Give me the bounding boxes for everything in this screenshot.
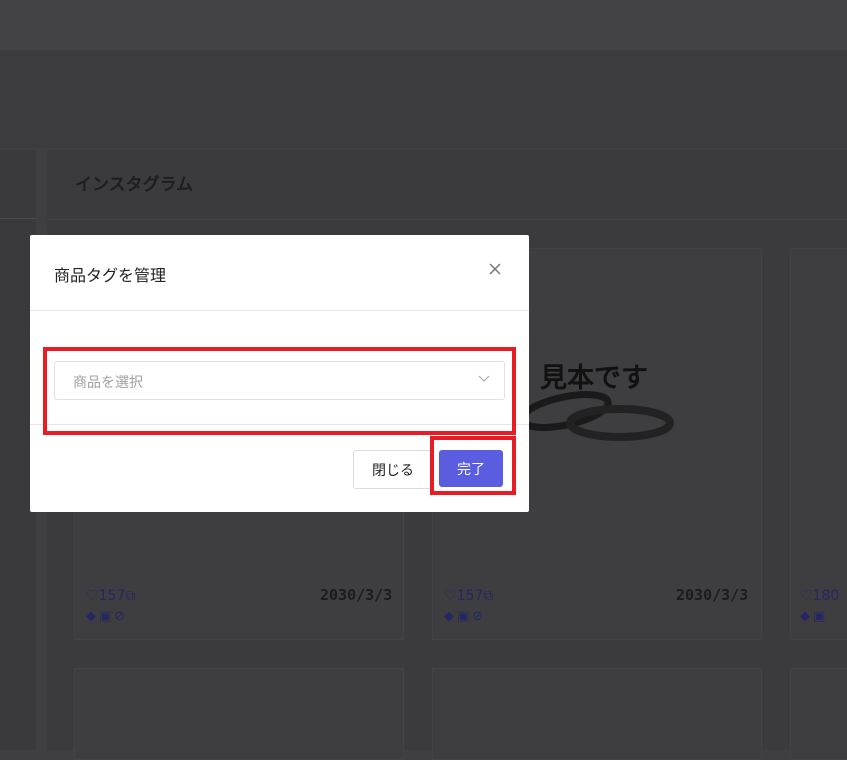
top-bar	[0, 0, 847, 50]
select-placeholder: 商品を選択	[73, 375, 143, 391]
image-icon[interactable]: ▣	[813, 609, 828, 624]
heart-icon: ♡	[800, 588, 813, 604]
external-link-icon[interactable]: ⧉	[125, 588, 135, 604]
ban-icon[interactable]: ⊘	[472, 609, 486, 624]
manage-tags-dialog: 商品タグを管理 商品を選択 閉じる 完了	[30, 235, 529, 512]
heart-icon: ♡	[86, 588, 99, 604]
post-likes: ♡157⧉	[444, 588, 493, 604]
image-icon[interactable]: ▣	[99, 609, 114, 624]
post-likes: ♡157⧉	[86, 588, 135, 604]
divider	[30, 310, 529, 311]
section-title: インスタグラム	[75, 175, 194, 195]
divider	[30, 424, 529, 425]
done-button[interactable]: 完了	[439, 450, 503, 487]
rings-image	[520, 391, 674, 441]
post-date: 2030/3/3	[676, 586, 749, 604]
post-card[interactable]	[790, 248, 847, 640]
close-button[interactable]: 閉じる	[353, 450, 433, 489]
ban-icon[interactable]: ⊘	[114, 609, 128, 624]
chevron-down-icon	[478, 375, 490, 382]
post-action-icons: ◆▣⊘	[86, 609, 128, 624]
dialog-title: 商品タグを管理	[54, 266, 167, 285]
post-card[interactable]	[432, 668, 762, 760]
post-likes: ♡180	[800, 588, 839, 604]
external-link-icon[interactable]: ⧉	[483, 588, 493, 604]
product-select[interactable]: 商品を選択	[54, 361, 505, 400]
likes-count: 180	[812, 588, 840, 604]
tag-icon[interactable]: ◆	[800, 609, 813, 624]
likes-count: 157	[456, 588, 484, 604]
post-date: 2030/3/3	[320, 586, 393, 604]
tag-icon[interactable]: ◆	[86, 609, 99, 624]
heart-icon: ♡	[444, 588, 457, 604]
page-header	[0, 50, 847, 148]
likes-count: 157	[98, 588, 126, 604]
close-icon[interactable]	[485, 259, 505, 279]
post-card[interactable]	[790, 668, 847, 760]
post-card[interactable]	[74, 668, 404, 760]
post-action-icons: ◆▣	[800, 609, 828, 624]
tag-icon[interactable]: ◆	[444, 609, 457, 624]
divider	[47, 219, 847, 220]
post-action-icons: ◆▣⊘	[444, 609, 486, 624]
image-icon[interactable]: ▣	[457, 609, 472, 624]
